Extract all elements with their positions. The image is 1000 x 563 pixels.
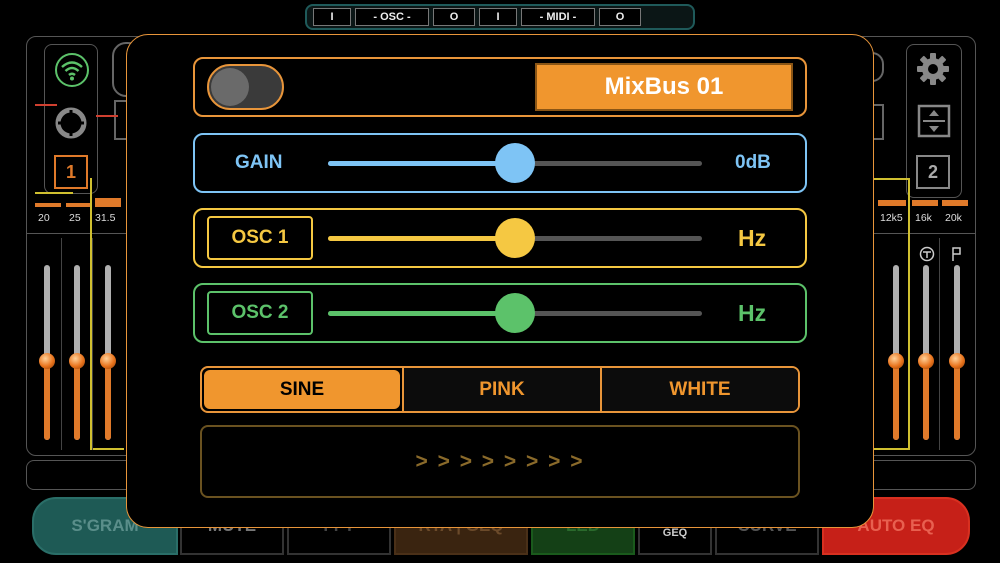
freq-label-25: 25: [69, 212, 81, 224]
connection-status-bar: I - OSC - O I - MIDI - O: [305, 4, 695, 30]
eq-curve-line: [874, 178, 910, 180]
flag-icon: [950, 246, 964, 267]
eq-curve-line: [908, 178, 910, 450]
freq-label-31-5: 31.5: [95, 212, 116, 224]
eq-curve-line: [874, 448, 910, 450]
midi-input-indicator: I: [479, 8, 517, 26]
channel-number-badge[interactable]: 1: [54, 155, 88, 189]
swipe-hint: > > > > > > > >: [415, 449, 585, 473]
osc1-unit: Hz: [738, 225, 767, 251]
swipe-to-close-area[interactable]: > > > > > > > >: [200, 425, 800, 498]
freq-label-12k5: 12k5: [880, 212, 903, 224]
bus-select-button[interactable]: MixBus 01: [535, 63, 793, 111]
channel-number-badge[interactable]: 2: [916, 155, 950, 189]
gain-slider-thumb[interactable]: [495, 143, 535, 183]
toggle-knob: [211, 68, 249, 106]
osc1-slider-thumb[interactable]: [495, 218, 535, 258]
waveform-selector: SINE PINK WHITE: [200, 366, 800, 413]
osc1-button[interactable]: OSC 1: [207, 216, 313, 260]
osc2-button[interactable]: OSC 2: [207, 291, 313, 335]
osc-output-indicator: O: [433, 8, 475, 26]
level-marker: [96, 115, 118, 117]
midi-label: - MIDI -: [521, 8, 595, 26]
freq-label-20: 20: [38, 212, 50, 224]
band-bar: [942, 200, 968, 206]
gain-value: 0dB: [735, 152, 771, 173]
eq-band-fader-20k[interactable]: [949, 265, 965, 440]
divider: [61, 238, 62, 450]
eq-curve-line: [90, 448, 124, 450]
treble-cut-icon: [919, 246, 935, 267]
generator-enable-toggle[interactable]: [207, 64, 284, 110]
osc-input-indicator: I: [313, 8, 351, 26]
eq-band-fader-12k5[interactable]: [888, 265, 904, 440]
waveform-pink-button[interactable]: PINK: [404, 368, 600, 411]
lifebuoy-icon[interactable]: [55, 107, 87, 144]
freq-label-16k: 16k: [915, 212, 932, 224]
waveform-white-button[interactable]: WHITE: [602, 368, 798, 411]
divider: [92, 238, 93, 450]
osc-label: - OSC -: [355, 8, 429, 26]
eq-band-fader-31-5[interactable]: [100, 265, 116, 440]
band-bar: [912, 200, 938, 206]
eq-band-fader-20[interactable]: [39, 265, 55, 440]
band-bar: [95, 198, 121, 207]
band-bar: [35, 203, 61, 207]
band-bar: [66, 203, 92, 207]
gear-icon[interactable]: [914, 50, 952, 93]
eq-band-fader-25[interactable]: [69, 265, 85, 440]
divider: [939, 238, 940, 450]
band-bar: [878, 200, 906, 206]
midi-output-indicator: O: [599, 8, 641, 26]
rt-sub-label: GEQ: [662, 527, 688, 539]
gain-label: GAIN: [235, 152, 283, 173]
freq-label-20k: 20k: [945, 212, 962, 224]
level-marker: [35, 104, 57, 106]
osc2-unit: Hz: [738, 300, 767, 326]
collapse-expand-icon[interactable]: [917, 104, 951, 143]
waveform-sine-button[interactable]: SINE: [204, 370, 400, 409]
eq-band-fader-16k[interactable]: [918, 265, 934, 440]
level-marker: [35, 192, 73, 194]
osc2-slider-thumb[interactable]: [495, 293, 535, 333]
wifi-icon[interactable]: [54, 52, 90, 93]
